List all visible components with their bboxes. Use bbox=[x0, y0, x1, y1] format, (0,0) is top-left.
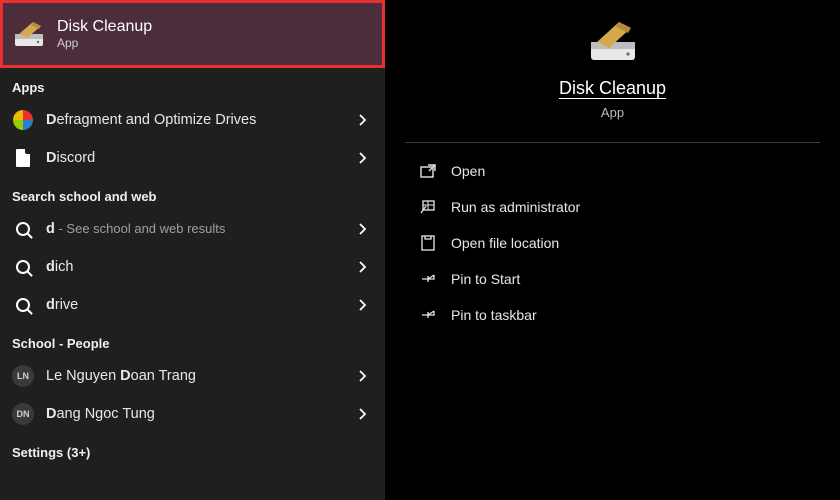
web-result-label: drive bbox=[46, 297, 341, 313]
action-label: Open bbox=[451, 163, 485, 179]
web-result-label: d - See school and web results bbox=[46, 221, 341, 237]
action-run-admin[interactable]: Run as administrator bbox=[419, 189, 806, 225]
chevron-right-icon bbox=[353, 148, 373, 168]
disk-cleanup-icon bbox=[13, 20, 45, 48]
section-web-heading: Search school and web bbox=[0, 177, 385, 210]
search-results-panel: Disk Cleanup App Apps Defragment and Opt… bbox=[0, 0, 385, 500]
action-label: Run as administrator bbox=[451, 199, 580, 215]
file-icon bbox=[12, 147, 34, 169]
details-title[interactable]: Disk Cleanup bbox=[385, 78, 840, 99]
chevron-right-icon bbox=[353, 366, 373, 386]
app-result-discord[interactable]: Discord bbox=[0, 139, 385, 177]
web-result-label: dich bbox=[46, 259, 341, 275]
person-result-1[interactable]: LN Le Nguyen Doan Trang bbox=[0, 357, 385, 395]
details-panel: Disk Cleanup App Open Run as administrat… bbox=[385, 0, 840, 500]
defragment-icon bbox=[12, 109, 34, 131]
action-label: Pin to Start bbox=[451, 271, 520, 287]
action-label: Pin to taskbar bbox=[451, 307, 537, 323]
person-result-2[interactable]: DN Dang Ngoc Tung bbox=[0, 395, 385, 433]
chevron-right-icon bbox=[353, 219, 373, 239]
avatar: DN bbox=[12, 403, 34, 425]
action-open-location[interactable]: Open file location bbox=[419, 225, 806, 261]
action-pin-start[interactable]: Pin to Start bbox=[419, 261, 806, 297]
action-pin-taskbar[interactable]: Pin to taskbar bbox=[419, 297, 806, 333]
chevron-right-icon bbox=[353, 110, 373, 130]
chevron-right-icon bbox=[353, 404, 373, 424]
app-result-defragment[interactable]: Defragment and Optimize Drives bbox=[0, 101, 385, 139]
best-match-title: Disk Cleanup bbox=[57, 18, 152, 36]
chevron-right-icon bbox=[353, 257, 373, 277]
disk-cleanup-icon bbox=[587, 18, 639, 64]
search-icon bbox=[12, 294, 34, 316]
person-result-label: Le Nguyen Doan Trang bbox=[46, 368, 341, 384]
pin-icon bbox=[419, 306, 437, 324]
app-result-label: Defragment and Optimize Drives bbox=[46, 112, 341, 128]
action-open[interactable]: Open bbox=[419, 153, 806, 189]
actions-list: Open Run as administrator Open file loca… bbox=[385, 153, 840, 333]
folder-icon bbox=[419, 234, 437, 252]
action-label: Open file location bbox=[451, 235, 559, 251]
shield-icon bbox=[419, 198, 437, 216]
chevron-right-icon bbox=[353, 295, 373, 315]
app-result-label: Discord bbox=[46, 150, 341, 166]
details-subtitle: App bbox=[385, 105, 840, 120]
best-match-subtitle: App bbox=[57, 36, 152, 50]
web-result-drive[interactable]: drive bbox=[0, 286, 385, 324]
best-match-result[interactable]: Disk Cleanup App bbox=[0, 0, 385, 68]
web-result-dich[interactable]: dich bbox=[0, 248, 385, 286]
details-header: Disk Cleanup App bbox=[385, 18, 840, 120]
pin-icon bbox=[419, 270, 437, 288]
avatar: LN bbox=[12, 365, 34, 387]
web-result-d[interactable]: d - See school and web results bbox=[0, 210, 385, 248]
section-settings-heading[interactable]: Settings (3+) bbox=[0, 433, 385, 466]
best-match-text: Disk Cleanup App bbox=[57, 18, 152, 50]
person-result-label: Dang Ngoc Tung bbox=[46, 406, 341, 422]
section-apps-heading: Apps bbox=[0, 68, 385, 101]
open-icon bbox=[419, 162, 437, 180]
section-people-heading: School - People bbox=[0, 324, 385, 357]
search-icon bbox=[12, 218, 34, 240]
search-icon bbox=[12, 256, 34, 278]
divider bbox=[405, 142, 820, 143]
